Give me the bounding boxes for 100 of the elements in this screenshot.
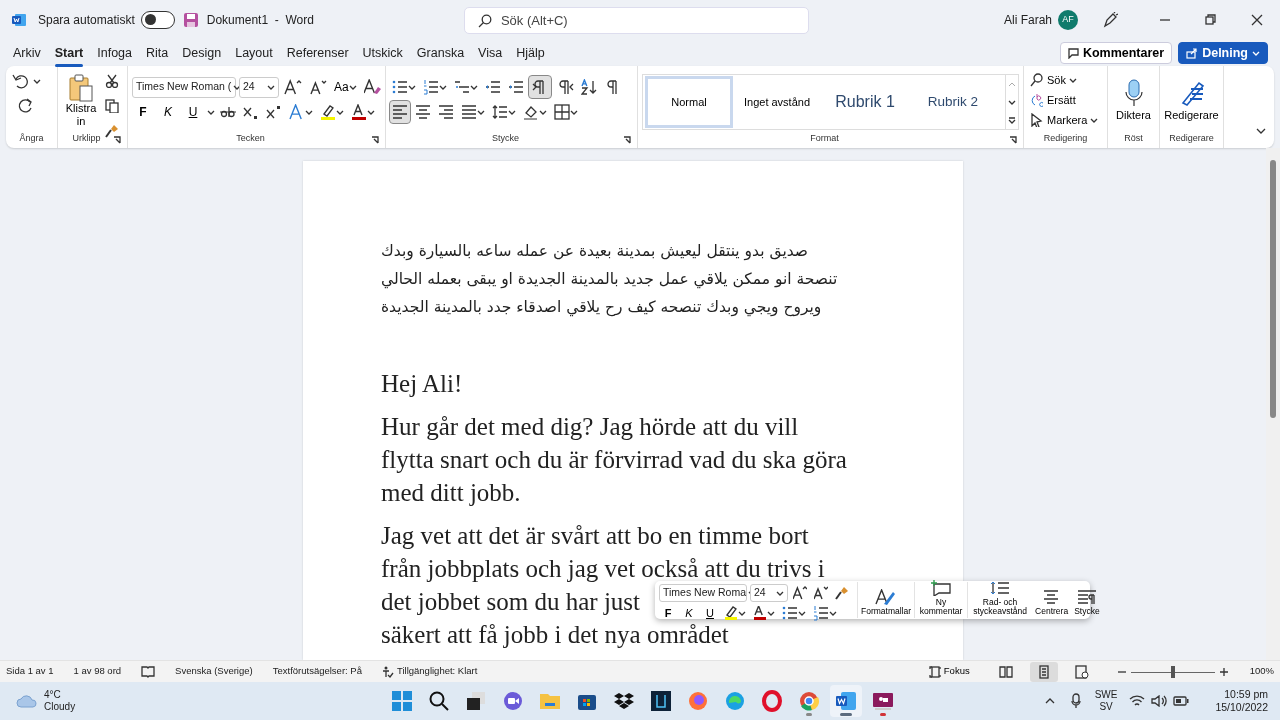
caret-icon bbox=[508, 109, 516, 115]
weather-temperature: 4°C bbox=[44, 688, 62, 701]
borders-button[interactable] bbox=[552, 101, 580, 123]
editor-button[interactable]: Redigerare bbox=[1164, 70, 1219, 132]
vertical-scrollbar[interactable] bbox=[1266, 148, 1280, 660]
status-item[interactable]: Svenska (Sverige) bbox=[175, 664, 253, 679]
running-indicator bbox=[805, 713, 812, 716]
ribbon-tab[interactable]: Hjälp bbox=[509, 41, 552, 65]
font-size-dropdown[interactable]: 24 bbox=[750, 584, 788, 602]
status-item[interactable]: Textförutsägelser: På bbox=[272, 664, 362, 679]
ribbon-tab[interactable]: Referenser bbox=[279, 41, 356, 65]
proofing-book-icon bbox=[141, 665, 156, 678]
zoom-level[interactable]: 100% bbox=[1249, 664, 1274, 679]
new-comment-button[interactable]: Ny kommentar bbox=[914, 582, 968, 618]
status-item[interactable]: 1 av 98 ord bbox=[73, 664, 122, 679]
caret-icon bbox=[776, 590, 784, 596]
print-layout-button[interactable] bbox=[1029, 661, 1058, 682]
bold-button[interactable]: F bbox=[659, 604, 677, 623]
new-comment-icon bbox=[930, 580, 953, 596]
replace-button[interactable]: Ersätt bbox=[1028, 90, 1101, 110]
share-icon bbox=[1186, 47, 1199, 59]
left-to-right-button[interactable] bbox=[529, 76, 551, 98]
clock-time[interactable]: 10:59 pm bbox=[1215, 687, 1268, 701]
ribbon-tab[interactable]: Design bbox=[175, 41, 229, 65]
sort-button[interactable] bbox=[579, 76, 599, 98]
grow-font-icon bbox=[793, 586, 807, 600]
italic-button[interactable]: K bbox=[157, 101, 179, 123]
user-name: Ali Farah bbox=[1003, 12, 1052, 29]
expand-icon bbox=[1008, 116, 1016, 124]
text-line: från jobbplats och jag vet också att du trivs i bbox=[381, 556, 825, 582]
ribbon-tab[interactable]: Utskick bbox=[355, 41, 410, 65]
font-size-dropdown[interactable]: 24 bbox=[239, 76, 279, 98]
align-left-button[interactable] bbox=[390, 101, 410, 123]
ribbon-tab[interactable]: Granska bbox=[409, 41, 472, 65]
paragraph-button[interactable]: Stycke bbox=[1071, 582, 1103, 618]
font-name-dropdown[interactable]: Times New Roma bbox=[659, 584, 747, 602]
circle-segments-icon bbox=[797, 690, 820, 712]
wifi-icon[interactable] bbox=[1129, 695, 1146, 707]
font-color-button[interactable] bbox=[751, 604, 777, 623]
ribbon-tab[interactable]: Rita bbox=[139, 41, 176, 65]
running-indicator bbox=[879, 713, 886, 716]
grow-font-icon bbox=[284, 79, 302, 95]
battery-icon[interactable] bbox=[1173, 696, 1190, 706]
keyboard-language[interactable]: SWE bbox=[1094, 688, 1118, 701]
caret-icon bbox=[470, 84, 478, 90]
microphone-icon bbox=[1124, 78, 1143, 107]
caret-icon bbox=[570, 109, 578, 115]
share-button[interactable]: Delning bbox=[1178, 41, 1268, 65]
focus-button[interactable]: Fokus bbox=[926, 660, 972, 683]
comments-button[interactable]: Kommentarer bbox=[1059, 41, 1173, 65]
subscript-icon bbox=[243, 105, 259, 119]
style-option[interactable]: Normal bbox=[645, 76, 733, 128]
style-option[interactable]: Inget avstånd bbox=[733, 76, 821, 128]
document-title: Dokument1 - Word bbox=[206, 12, 314, 29]
font-color-button[interactable] bbox=[349, 101, 377, 123]
find-button[interactable]: Sök bbox=[1028, 70, 1101, 90]
status-item[interactable]: Tillgänglighet: Klart bbox=[381, 664, 478, 679]
bulleted-list-icon bbox=[782, 605, 798, 622]
font-name-dropdown[interactable]: Times New Roman ( bbox=[132, 76, 236, 98]
speaker-icon[interactable] bbox=[1151, 695, 1168, 707]
caret-icon bbox=[829, 610, 837, 616]
autosave-toggle[interactable] bbox=[140, 11, 175, 29]
highlight-button[interactable] bbox=[722, 604, 748, 623]
clock-date[interactable]: 15/10/2022 bbox=[1215, 701, 1268, 715]
underline-button[interactable]: U bbox=[182, 101, 204, 123]
status-item[interactable]: Sida 1 av 1 bbox=[6, 664, 54, 679]
style-option[interactable]: Rubrik 2 bbox=[909, 76, 997, 128]
search-field[interactable]: Sök (Alt+C) bbox=[463, 6, 809, 34]
text-line: ويروح ويجي وبدك تنصحه كيف رح يلاقي اصدقاء جدد بالمدينة الجديدة bbox=[381, 297, 822, 319]
caret-icon bbox=[336, 109, 344, 115]
autosave-label: Spara automatiskt bbox=[38, 12, 135, 29]
ribbon-tab[interactable]: Start bbox=[47, 41, 91, 65]
change-case-button[interactable]: Aa bbox=[332, 76, 359, 98]
group-label: Röst bbox=[1123, 132, 1144, 145]
keyboard-language[interactable]: SV bbox=[1094, 701, 1118, 714]
align-justify-icon bbox=[461, 104, 477, 120]
avatar[interactable]: AF bbox=[1058, 10, 1078, 30]
center-button[interactable]: Centrera bbox=[1032, 582, 1072, 618]
ribbon-tab[interactable]: Visa bbox=[471, 41, 510, 65]
line-spacing-button[interactable]: Rad- och styckeavstånd bbox=[967, 582, 1033, 618]
bold-button[interactable]: F bbox=[132, 101, 154, 123]
underline-button[interactable]: U bbox=[701, 604, 719, 623]
font-color-icon bbox=[753, 606, 767, 621]
numbering-button[interactable] bbox=[811, 604, 839, 623]
launcher-icon bbox=[1009, 136, 1017, 144]
ribbon-tab[interactable]: Infoga bbox=[90, 41, 140, 65]
slider-thumb[interactable] bbox=[1170, 665, 1175, 678]
align-center-icon bbox=[415, 104, 431, 120]
ribbon-tab[interactable]: Arkiv bbox=[6, 41, 48, 65]
italic-button[interactable]: K bbox=[680, 604, 698, 623]
styles-button[interactable]: Formatmallar bbox=[857, 582, 915, 618]
paste-button[interactable]: Klistra in bbox=[62, 70, 100, 132]
caret-icon bbox=[367, 109, 375, 115]
dictate-button[interactable]: Diktera bbox=[1112, 70, 1155, 132]
zoom-slider[interactable] bbox=[1130, 665, 1215, 678]
caret-icon bbox=[267, 84, 275, 90]
ribbon-tab[interactable]: Layout bbox=[228, 41, 280, 65]
align-left-icon bbox=[392, 104, 408, 120]
style-option[interactable]: Rubrik 1 bbox=[821, 76, 909, 128]
select-button[interactable]: Markera bbox=[1028, 110, 1101, 130]
